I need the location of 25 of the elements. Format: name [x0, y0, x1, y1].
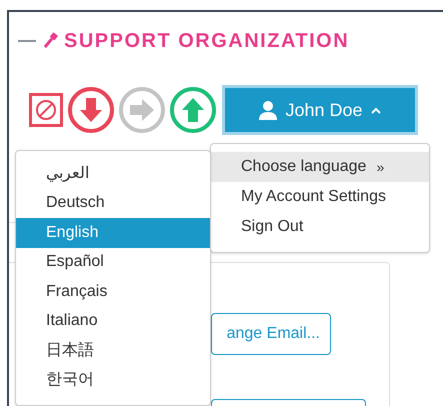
language-option[interactable]: Deutsch — [16, 188, 210, 218]
menu-item[interactable]: Choose language » — [211, 152, 429, 182]
flashlight-icon — [42, 32, 58, 50]
language-option[interactable]: Italiano — [16, 306, 210, 336]
submenu-arrow-icon: » — [376, 156, 384, 178]
up-button[interactable] — [170, 87, 216, 133]
language-option[interactable]: 日本語 — [16, 336, 210, 366]
menu-item[interactable]: Sign Out — [211, 212, 429, 242]
language-option[interactable]: Español — [16, 248, 210, 277]
down-button[interactable] — [68, 87, 114, 133]
caret-up-icon — [370, 106, 381, 114]
right-arrow-icon — [130, 99, 154, 121]
menu-item[interactable]: My Account Settings — [211, 182, 429, 212]
dash-rule — [18, 40, 36, 42]
down-arrow-icon — [80, 98, 102, 122]
outline-button[interactable] — [211, 399, 366, 406]
ban-button[interactable] — [29, 93, 63, 127]
ban-icon — [35, 99, 57, 121]
page-title: SUPPORT ORGANIZATION — [64, 29, 350, 54]
language-option[interactable]: Français — [16, 277, 210, 306]
language-option[interactable]: العربي — [16, 159, 210, 188]
forward-button[interactable] — [119, 87, 165, 133]
user-icon — [259, 100, 278, 120]
language-option[interactable]: 한국어 — [16, 366, 210, 395]
up-arrow-icon — [182, 98, 204, 122]
